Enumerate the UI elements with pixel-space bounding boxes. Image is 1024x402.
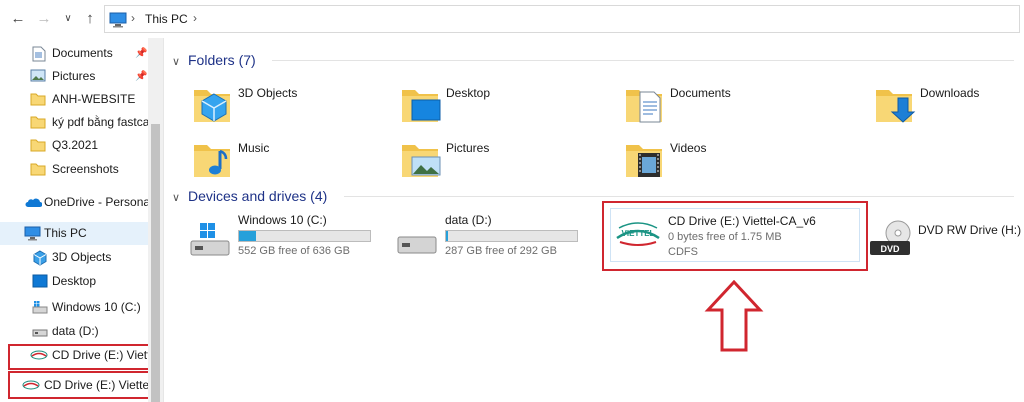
windows-drive-icon (32, 301, 48, 314)
drive-icon (32, 329, 48, 337)
desktop-icon (32, 274, 48, 288)
nav-item-screenshots[interactable]: Screenshots (0, 158, 148, 181)
pin-icon[interactable]: 📌 (135, 65, 147, 88)
nav-item-this-pc[interactable]: This PC (0, 222, 148, 245)
folder-tile-pictures[interactable]: Pictures (398, 137, 598, 193)
breadcrumb-chevron-icon[interactable]: › (131, 11, 135, 25)
folders-divider (272, 60, 1014, 61)
3d-objects-folder-icon (194, 90, 230, 122)
highlight-box-nav-cd-1 (8, 344, 160, 370)
navigation-pane: Documents 📌 Pictures 📌 ANH-WEBSITE ký pd… (0, 38, 164, 402)
collapse-chevron-icon[interactable]: ∨ (172, 52, 188, 72)
nav-item-q3-2021[interactable]: Q3.2021 (0, 134, 148, 157)
folder-tile-3d-objects[interactable]: 3D Objects (190, 82, 390, 138)
nav-item-ky-pdf[interactable]: ký pdf bằng fastca (0, 111, 148, 134)
windows-drive-icon (190, 223, 230, 256)
drive-tile-dvd-h[interactable]: DVD DVD RW Drive (H:) (868, 213, 1021, 271)
drive-usage-fill (239, 231, 257, 241)
highlight-box-cd-drive (602, 201, 868, 271)
highlight-box-nav-cd-2 (8, 371, 160, 399)
drive-usage-bar (445, 230, 578, 242)
videos-folder-icon (626, 145, 662, 177)
drive-usage-bar (238, 230, 371, 242)
folder-icon (30, 116, 46, 129)
up-arrow-icon[interactable]: ↑ (80, 9, 100, 29)
nav-item-documents[interactable]: Documents 📌 (0, 42, 148, 65)
onedrive-icon (25, 198, 42, 207)
address-toolbar: ← → ∨ ↑ › This PC › (0, 0, 1024, 38)
folder-icon (30, 93, 46, 106)
breadcrumb-chevron-icon[interactable]: › (193, 11, 197, 25)
documents-icon (32, 46, 46, 62)
this-pc-icon (109, 12, 127, 28)
pictures-folder-icon (402, 145, 441, 177)
nav-scrollbar-thumb[interactable] (151, 124, 160, 402)
nav-item-data-d[interactable]: data (D:) (0, 320, 148, 343)
folder-tile-desktop[interactable]: Desktop (398, 82, 598, 138)
nav-item-anh-website[interactable]: ANH-WEBSITE (0, 88, 148, 111)
folder-tile-documents[interactable]: Documents (622, 82, 842, 138)
pin-icon[interactable]: 📌 (135, 42, 147, 65)
drives-divider (344, 196, 1014, 197)
drive-tile-data-d[interactable]: data (D:) 287 GB free of 292 GB (395, 213, 595, 271)
drive-tile-windows-c[interactable]: Windows 10 (C:) 552 GB free of 636 GB (188, 213, 388, 271)
nav-item-pictures[interactable]: Pictures 📌 (0, 65, 148, 88)
drive-icon (397, 236, 437, 254)
forward-arrow-icon[interactable]: → (34, 9, 54, 29)
nav-item-windows-c[interactable]: Windows 10 (C:) (0, 296, 148, 319)
folder-tile-downloads[interactable]: Downloads (872, 82, 1020, 138)
drives-group-header[interactable]: ∨ Devices and drives (4) (172, 186, 327, 206)
recent-chevron-icon[interactable]: ∨ (58, 9, 78, 29)
nav-item-3d-objects[interactable]: 3D Objects (0, 246, 148, 269)
nav-item-desktop[interactable]: Desktop (0, 270, 148, 293)
up-annotation-arrow-icon (704, 280, 764, 352)
collapse-chevron-icon[interactable]: ∨ (172, 188, 188, 208)
folder-tile-videos[interactable]: Videos (622, 137, 842, 193)
dvd-badge: DVD (880, 244, 900, 254)
dvd-drive-icon: DVD (870, 220, 911, 255)
drive-usage-fill (446, 231, 449, 241)
nav-scrollbar[interactable] (148, 38, 163, 402)
nav-item-onedrive[interactable]: OneDrive - Personal (0, 191, 148, 214)
folder-icon (30, 163, 46, 176)
music-folder-icon (194, 145, 230, 177)
documents-folder-icon (626, 90, 662, 123)
downloads-folder-icon (876, 90, 916, 123)
breadcrumb-this-pc[interactable]: This PC (145, 12, 188, 26)
address-bar[interactable]: › This PC › (104, 5, 1020, 33)
pictures-icon (30, 69, 46, 82)
back-arrow-icon[interactable]: ← (8, 9, 28, 29)
folders-group-header[interactable]: ∨ Folders (7) (172, 50, 256, 70)
this-pc-icon (24, 226, 41, 241)
desktop-folder-icon (402, 90, 441, 122)
folder-tile-music[interactable]: Music (190, 137, 390, 193)
folder-icon (30, 139, 46, 152)
3d-objects-icon (33, 250, 47, 266)
